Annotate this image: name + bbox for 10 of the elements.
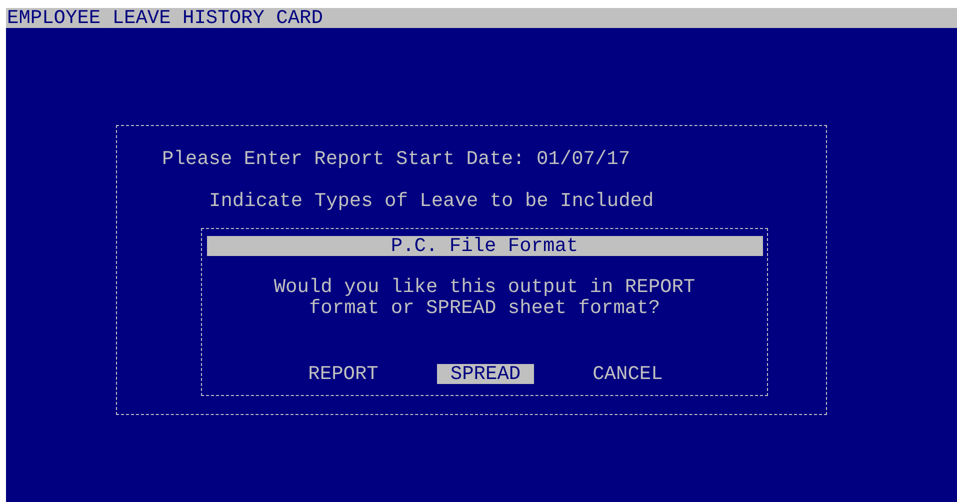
date-label: Please Enter Report Start Date: [162,148,525,170]
dialog-button[interactable]: CANCEL [580,364,676,384]
dialog-title: P.C. File Format [206,236,762,256]
dialog-button[interactable]: SPREAD [437,364,534,384]
date-field[interactable]: 01/07/17 [536,148,630,170]
dialog-button[interactable]: REPORT [295,364,392,384]
leave-types-label: Indicate Types of Leave to be Included [209,190,654,212]
screen-title: EMPLOYEE LEAVE HISTORY CARD [7,7,323,29]
dialog-message-line: Would you like this output in REPORT [274,277,696,298]
dialog-message-line: format or SPREAD sheet format? [308,298,662,319]
